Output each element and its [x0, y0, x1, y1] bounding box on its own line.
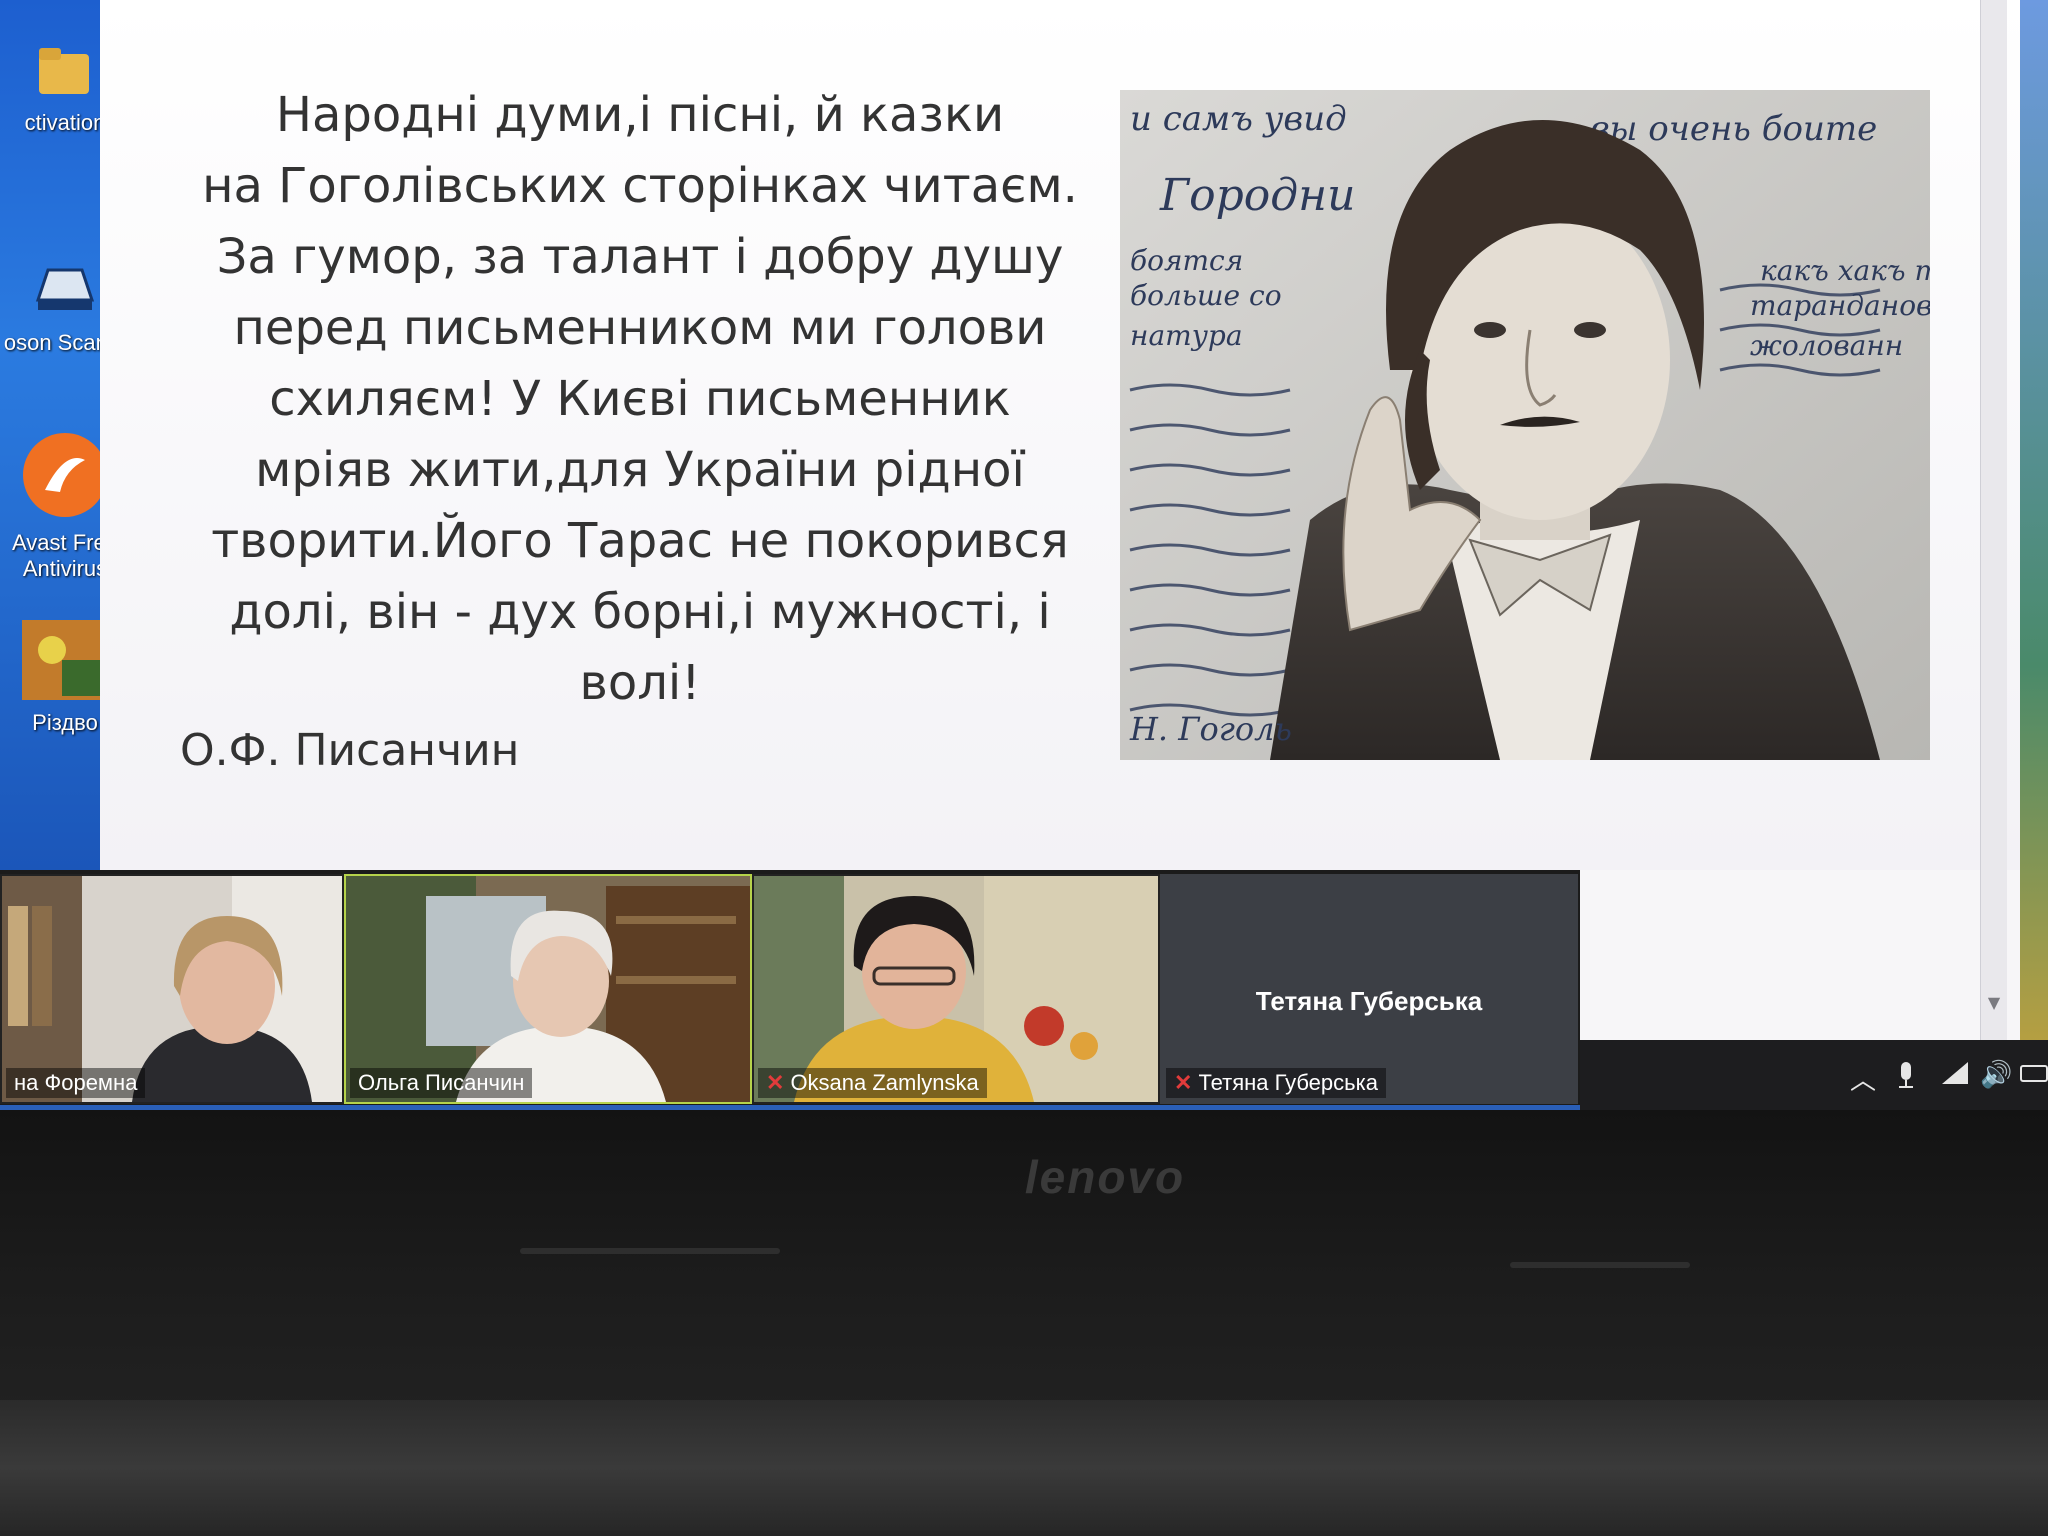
manuscript-text: вы очень боите	[1590, 109, 1877, 149]
laptop-keyboard-edge	[0, 1400, 2048, 1536]
desktop-icon-label: Різдво	[32, 710, 98, 735]
poem-text: Народні думи,і пісні, й казки на Гоголів…	[202, 87, 1078, 711]
manuscript-text: Городни	[1159, 170, 1356, 221]
participant-tile[interactable]: на Форемна	[0, 874, 344, 1104]
manuscript-signature: Н. Гоголь	[1129, 710, 1292, 748]
mic-muted-icon: ✕	[766, 1070, 785, 1095]
participant-center-name: Тетяна Губерська	[1255, 986, 1483, 1016]
volume-icon[interactable]: 🔊	[1980, 1060, 2012, 1090]
participant-name: Ольга Писанчин	[350, 1068, 533, 1098]
laptop-brand-logo: lenovo	[1024, 1151, 1186, 1203]
wifi-icon[interactable]	[1940, 1060, 1970, 1093]
gogol-portrait-image: и самъ увид вы очень боите Городни боятс…	[1120, 90, 1930, 760]
manuscript-text: боятся	[1130, 244, 1243, 277]
manuscript-text: и самъ увид	[1130, 99, 1347, 139]
keyboard-icon[interactable]	[2020, 1060, 2048, 1090]
participant-name: на Форемна	[6, 1068, 146, 1098]
bezel-detail	[520, 1248, 780, 1254]
slide-content: Народні думи,і пісні, й казки на Гоголів…	[100, 0, 2020, 870]
manuscript-text: тарандановѣ зд	[1750, 289, 1930, 322]
participant-name: ✕ Oksana Zamlynska	[758, 1068, 987, 1098]
poem-author: О.Ф. Писанчин	[180, 725, 520, 776]
chevron-up-icon[interactable]: ︿	[1850, 1060, 1876, 1097]
manuscript-text: жолованн	[1750, 329, 1903, 362]
participant-tile-active[interactable]: Ольга Писанчин	[344, 874, 752, 1104]
windows-taskbar: ︿ 🔊	[1580, 1040, 2048, 1110]
participant-name: ✕ Тетяна Губерська	[1166, 1068, 1386, 1098]
video-gallery: на Форемна Ольга Писанчин ✕ Oksana Zamly…	[0, 870, 1580, 1105]
manuscript-text: натура	[1130, 319, 1243, 352]
scroll-down-icon[interactable]: ▼	[1981, 990, 2007, 1016]
monitor-screen: ctivation oson Scan 2 Avast Free Antivir…	[0, 0, 2048, 1110]
desktop-background-right	[2018, 0, 2048, 1110]
bezel-detail	[1510, 1262, 1690, 1268]
participant-tile[interactable]: ✕ Oksana Zamlynska	[752, 874, 1160, 1104]
manuscript-text: больше со	[1130, 279, 1282, 312]
mic-muted-icon: ✕	[1174, 1070, 1193, 1095]
slide-scrollbar[interactable]: ▼	[1980, 0, 2007, 1040]
desktop-icon-label: ctivation	[24, 110, 106, 135]
participant-tile-video-off[interactable]: Тетяна Губерська ✕ Тетяна Губерська	[1160, 874, 1578, 1104]
microphone-icon[interactable]	[1895, 1060, 1917, 1097]
manuscript-text: какъ хакъ ті	[1760, 254, 1930, 287]
